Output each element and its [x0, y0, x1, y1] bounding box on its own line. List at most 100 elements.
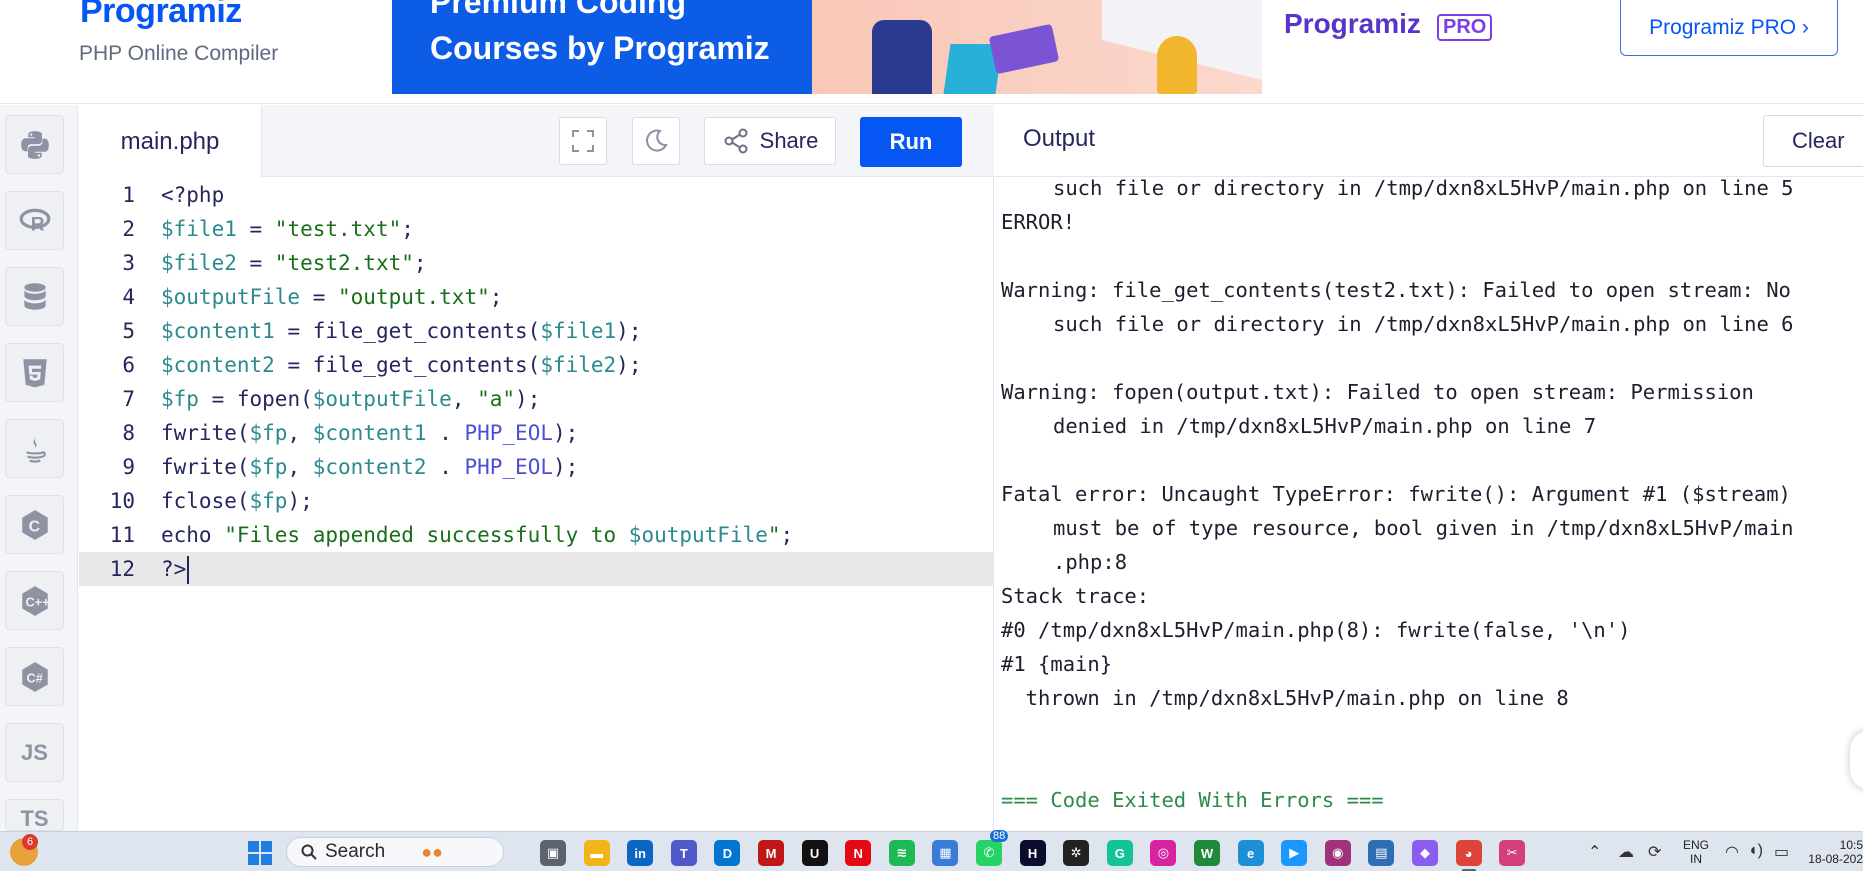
- edge-icon[interactable]: e: [1237, 840, 1264, 866]
- wifi-icon[interactable]: ◠: [1725, 842, 1739, 862]
- exit-status-line: === Code Exited With Errors ===: [1001, 788, 1384, 812]
- python-icon[interactable]: [5, 115, 64, 174]
- code-line[interactable]: 9 fwrite($fp, $content2 . PHP_EOL);: [79, 450, 994, 484]
- uber-icon[interactable]: U: [801, 840, 828, 866]
- refresh-icon[interactable]: ⟳: [1648, 842, 1661, 862]
- cpp-icon[interactable]: C++: [5, 571, 64, 630]
- chrome-icon[interactable]: ◕: [1455, 840, 1482, 871]
- code-token: =: [236, 251, 275, 275]
- promo-banner[interactable]: Premium Coding Courses by Programiz Prog…: [392, 0, 1512, 94]
- run-button[interactable]: Run: [860, 117, 962, 167]
- file-explorer-icon[interactable]: ▬: [583, 840, 610, 866]
- sql-database-icon[interactable]: [5, 267, 64, 326]
- output-line: denied in /tmp/dxn8xL5HvP/main.php on li…: [1053, 414, 1597, 438]
- volume-icon[interactable]: ◖): [1748, 842, 1763, 860]
- output-line: #1 {main}: [1001, 652, 1113, 676]
- teams-icon[interactable]: T: [670, 840, 697, 866]
- code-text: fwrite($fp, $content2 . PHP_EOL);: [161, 450, 578, 484]
- code-token: .: [426, 421, 465, 445]
- taskbar-search-box[interactable]: Search ●●: [286, 837, 504, 867]
- java-icon[interactable]: [5, 419, 64, 478]
- text-cursor: [187, 556, 190, 584]
- code-token: $fp: [249, 421, 288, 445]
- c-icon[interactable]: C: [5, 495, 64, 554]
- store-icon[interactable]: ▦: [932, 840, 959, 866]
- prime-video-icon[interactable]: ▶: [1281, 840, 1308, 866]
- code-token: ;: [780, 523, 794, 547]
- chevron-up-icon[interactable]: ⌃: [1588, 842, 1601, 862]
- code-token: $outputFile: [312, 387, 452, 411]
- cloud-sync-icon[interactable]: ☁: [1618, 842, 1634, 862]
- js-icon[interactable]: JS: [5, 723, 64, 782]
- code-token: $content1: [312, 421, 427, 445]
- dell-icon[interactable]: D: [714, 840, 741, 866]
- line-number: 12: [109, 557, 135, 581]
- instagram-icon[interactable]: ◎: [1150, 840, 1177, 866]
- code-editor-pane: main.php Share Run 1 <?php 2 $file1 = "test…: [79, 105, 994, 831]
- code-area[interactable]: 1 <?php 2 $file1 = "test.txt"; 3 $file2 = "te…: [79, 178, 994, 586]
- code-text: ?>: [161, 552, 190, 586]
- code-line[interactable]: 2 $file1 = "test.txt";: [79, 212, 994, 246]
- code-token: $fp: [249, 455, 288, 479]
- file-tab-main-php[interactable]: main.php: [79, 105, 262, 178]
- editor-toolbar: main.php Share Run: [79, 105, 994, 178]
- code-line[interactable]: 12 ?>: [79, 552, 994, 586]
- task-view-icon[interactable]: ▣: [540, 840, 566, 866]
- output-line: Warning: file_get_contents(test2.txt): F…: [1001, 278, 1791, 302]
- fullscreen-button[interactable]: [559, 117, 607, 165]
- code-line[interactable]: 8 fwrite($fp, $content1 . PHP_EOL);: [79, 416, 994, 450]
- code-line[interactable]: 7 $fp = fopen($outputFile, "a");: [79, 382, 994, 416]
- code-line[interactable]: 3 $file2 = "test2.txt";: [79, 246, 994, 280]
- copilot-icon[interactable]: ◆: [1412, 840, 1438, 866]
- code-line[interactable]: 5 $content1 = file_get_contents($file1);: [79, 314, 994, 348]
- whatsapp-unread-badge: 88: [990, 830, 1009, 842]
- balloons-icon: ●●: [421, 841, 443, 862]
- clear-button[interactable]: Clear: [1763, 115, 1863, 167]
- csharp-icon[interactable]: C#: [5, 647, 64, 706]
- programiz-logo[interactable]: Programiz: [80, 0, 242, 31]
- mcafee-icon[interactable]: M: [758, 840, 784, 866]
- language-indicator[interactable]: ENG IN: [1683, 838, 1709, 866]
- linkedin-icon[interactable]: in: [627, 840, 654, 866]
- trophy-illustration: [1157, 36, 1197, 94]
- code-token: echo: [161, 523, 225, 547]
- code-line[interactable]: 4 $outputFile = "output.txt";: [79, 280, 994, 314]
- code-text: echo "Files appended successfully to $ou…: [161, 518, 793, 552]
- notepad-icon[interactable]: ▤: [1368, 840, 1395, 866]
- output-console[interactable]: such file or directory in /tmp/dxn8xL5Hv…: [1001, 171, 1861, 817]
- line-number: 4: [122, 285, 135, 309]
- wordpress-icon[interactable]: W: [1194, 840, 1220, 866]
- html5-icon[interactable]: [5, 343, 64, 402]
- grammarly-icon[interactable]: G: [1106, 840, 1133, 866]
- r-icon[interactable]: R: [5, 191, 64, 250]
- system-clock[interactable]: 10:5 18-08-202: [1804, 838, 1863, 866]
- dark-mode-button[interactable]: [632, 117, 680, 165]
- search-label: Search: [325, 841, 386, 862]
- programiz-pro-button[interactable]: Programiz PRO ›: [1620, 0, 1838, 56]
- share-button[interactable]: Share: [704, 117, 836, 165]
- code-token: $fp: [249, 489, 288, 513]
- spotify-icon[interactable]: ≋: [888, 840, 915, 866]
- windows-start-icon[interactable]: [248, 841, 272, 865]
- code-token: PHP_EOL: [464, 455, 553, 479]
- output-line: such file or directory in /tmp/dxn8xL5Hv…: [1053, 312, 1794, 336]
- code-token: "a": [477, 387, 516, 411]
- code-token: $file2: [161, 251, 237, 275]
- chatgpt-icon[interactable]: ✲: [1063, 840, 1090, 866]
- ts-icon[interactable]: TS: [5, 799, 64, 831]
- whatsapp-icon[interactable]: ✆: [976, 840, 1002, 866]
- media-player-icon[interactable]: ◉: [1324, 840, 1351, 866]
- battery-icon[interactable]: ▭: [1774, 842, 1789, 862]
- code-line[interactable]: 11 echo "Files appended successfully to $…: [79, 518, 994, 552]
- code-line[interactable]: 6 $content2 = file_get_contents($file2);: [79, 348, 994, 382]
- code-line[interactable]: 10 fclose($fp);: [79, 484, 994, 518]
- code-token: ?>: [161, 557, 187, 581]
- hotstar-icon[interactable]: H: [1019, 840, 1046, 866]
- search-icon: [301, 844, 317, 860]
- code-token: ;: [413, 251, 427, 275]
- snipping-tool-icon[interactable]: ✂: [1499, 840, 1526, 866]
- netflix-icon[interactable]: N: [845, 840, 872, 866]
- code-line[interactable]: 1 <?php: [79, 178, 994, 212]
